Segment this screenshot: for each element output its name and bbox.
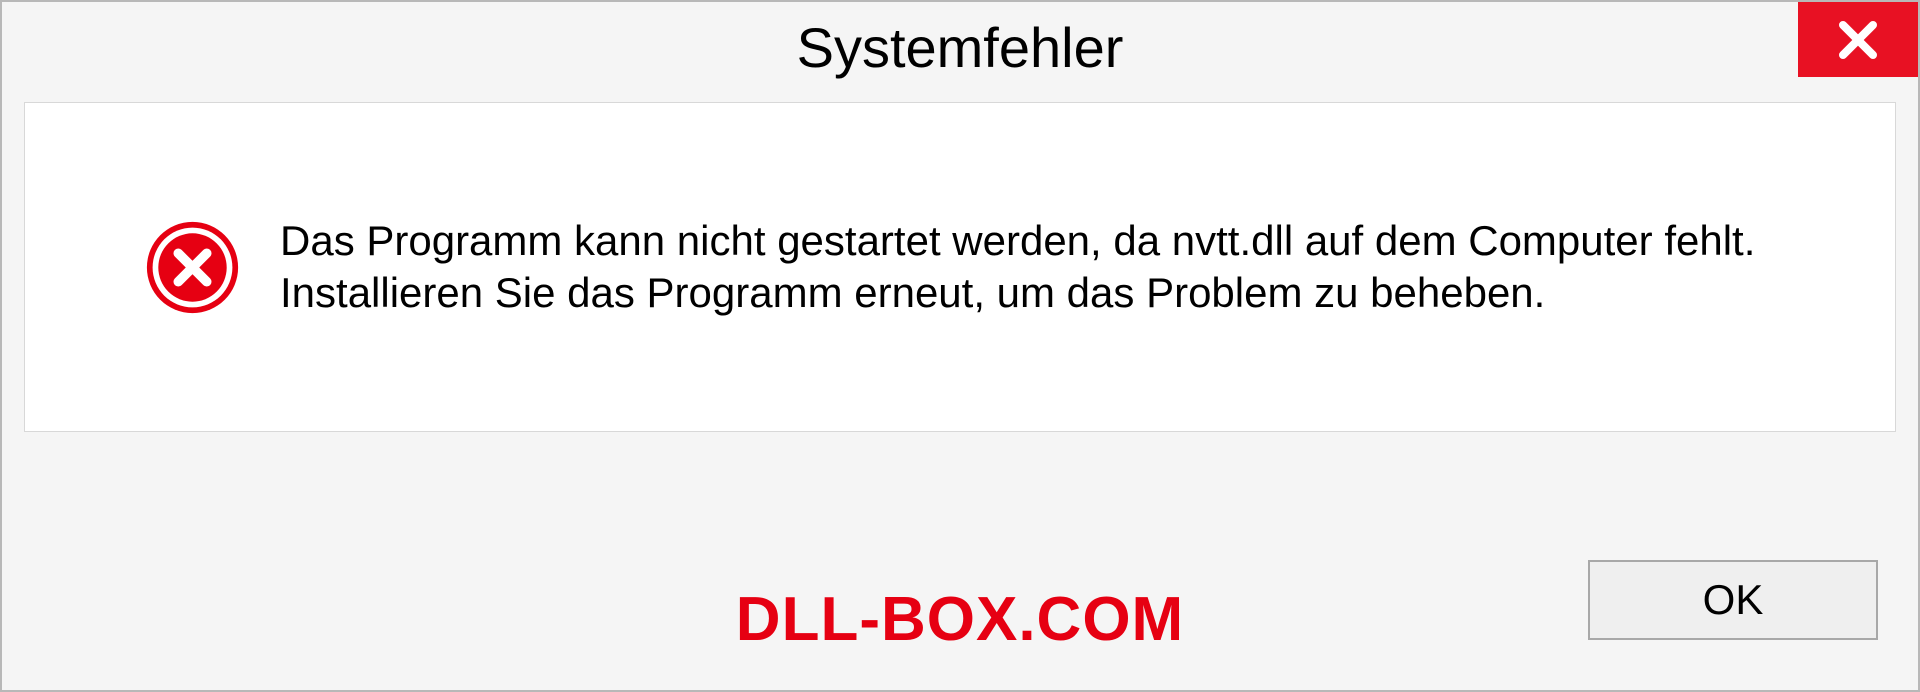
watermark-text: DLL-BOX.COM xyxy=(736,584,1184,655)
content-panel: Das Programm kann nicht gestartet werden… xyxy=(24,102,1896,432)
error-message: Das Programm kann nicht gestartet werden… xyxy=(280,215,1835,320)
close-icon xyxy=(1833,15,1883,65)
title-bar: Systemfehler xyxy=(2,2,1918,92)
error-icon xyxy=(145,220,240,315)
ok-button[interactable]: OK xyxy=(1588,560,1878,640)
close-button[interactable] xyxy=(1798,2,1918,77)
dialog-footer: DLL-BOX.COM OK xyxy=(2,540,1918,690)
error-dialog: Systemfehler Das Programm kann nicht ges… xyxy=(0,0,1920,692)
dialog-title: Systemfehler xyxy=(797,15,1124,80)
